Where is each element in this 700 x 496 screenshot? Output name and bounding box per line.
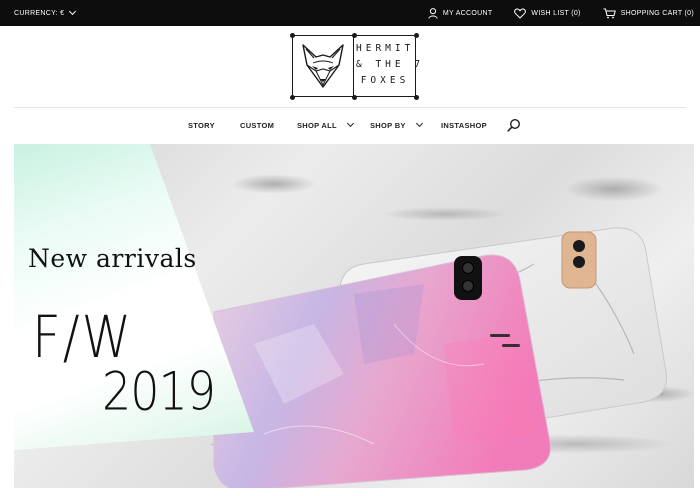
logo-corner-dot [414, 95, 419, 100]
cart-icon [603, 8, 616, 18]
header-divider [14, 107, 686, 108]
nav-item-label: SHOP BY [370, 120, 406, 130]
wish-list-label: WISH LIST (0) [531, 9, 581, 17]
logo-corner-dot [290, 33, 295, 38]
nav-item-label: STORY [188, 120, 215, 130]
currency-label: CURRENCY: € [14, 9, 65, 17]
account-links: MY ACCOUNT WISH LIST (0) SHOPPING CART (… [406, 0, 694, 26]
logo-fox-frame [292, 35, 354, 97]
brand-logo[interactable]: HERMIT & THE 7 FOXES [290, 33, 420, 101]
nav-item-shop-all[interactable]: SHOP ALL [297, 114, 354, 136]
nav-item-shop-by[interactable]: SHOP BY [370, 114, 423, 136]
main-navigation: STORY CUSTOM SHOP ALL SHOP BY INSTASHOP [0, 114, 700, 136]
nav-item-label: CUSTOM [240, 120, 275, 130]
chevron-down-icon [346, 119, 354, 128]
hero-subtitle: New arrivals [28, 244, 197, 273]
top-bar: CURRENCY: € MY ACCOUNT WISH LIST (0) SHO… [0, 0, 700, 26]
nav-item-label: INSTASHOP [441, 120, 487, 130]
my-account-label: MY ACCOUNT [442, 9, 493, 17]
nav-item-instashop[interactable]: INSTASHOP [441, 114, 487, 136]
nav-item-custom[interactable]: CUSTOM [240, 114, 274, 136]
fox-icon [302, 44, 344, 88]
logo-corner-dot [414, 33, 419, 38]
user-icon [428, 7, 438, 19]
chevron-down-icon [69, 7, 77, 16]
search-icon [507, 118, 521, 132]
search-button[interactable] [507, 118, 521, 132]
nav-item-label: SHOP ALL [297, 120, 337, 130]
wish-list-link[interactable]: WISH LIST (0) [514, 7, 581, 19]
logo-corner-dot [352, 95, 357, 100]
my-account-link[interactable]: MY ACCOUNT [428, 7, 493, 19]
shopping-cart-link[interactable]: SHOPPING CART (0) [603, 8, 694, 19]
chevron-down-icon [415, 119, 423, 128]
nav-item-story[interactable]: STORY [188, 114, 215, 136]
logo-corner-dot [290, 95, 295, 100]
logo-corner-dot [352, 33, 357, 38]
hero-banner[interactable]: New arrivals F/W 2019 [14, 144, 694, 488]
logo-wordmark: HERMIT & THE 7 FOXES [356, 43, 425, 86]
shopping-cart-label: SHOPPING CART (0) [620, 9, 694, 17]
heart-icon [514, 7, 527, 19]
currency-selector[interactable]: CURRENCY: € [14, 0, 77, 26]
hero-year: 2019 [102, 360, 216, 423]
